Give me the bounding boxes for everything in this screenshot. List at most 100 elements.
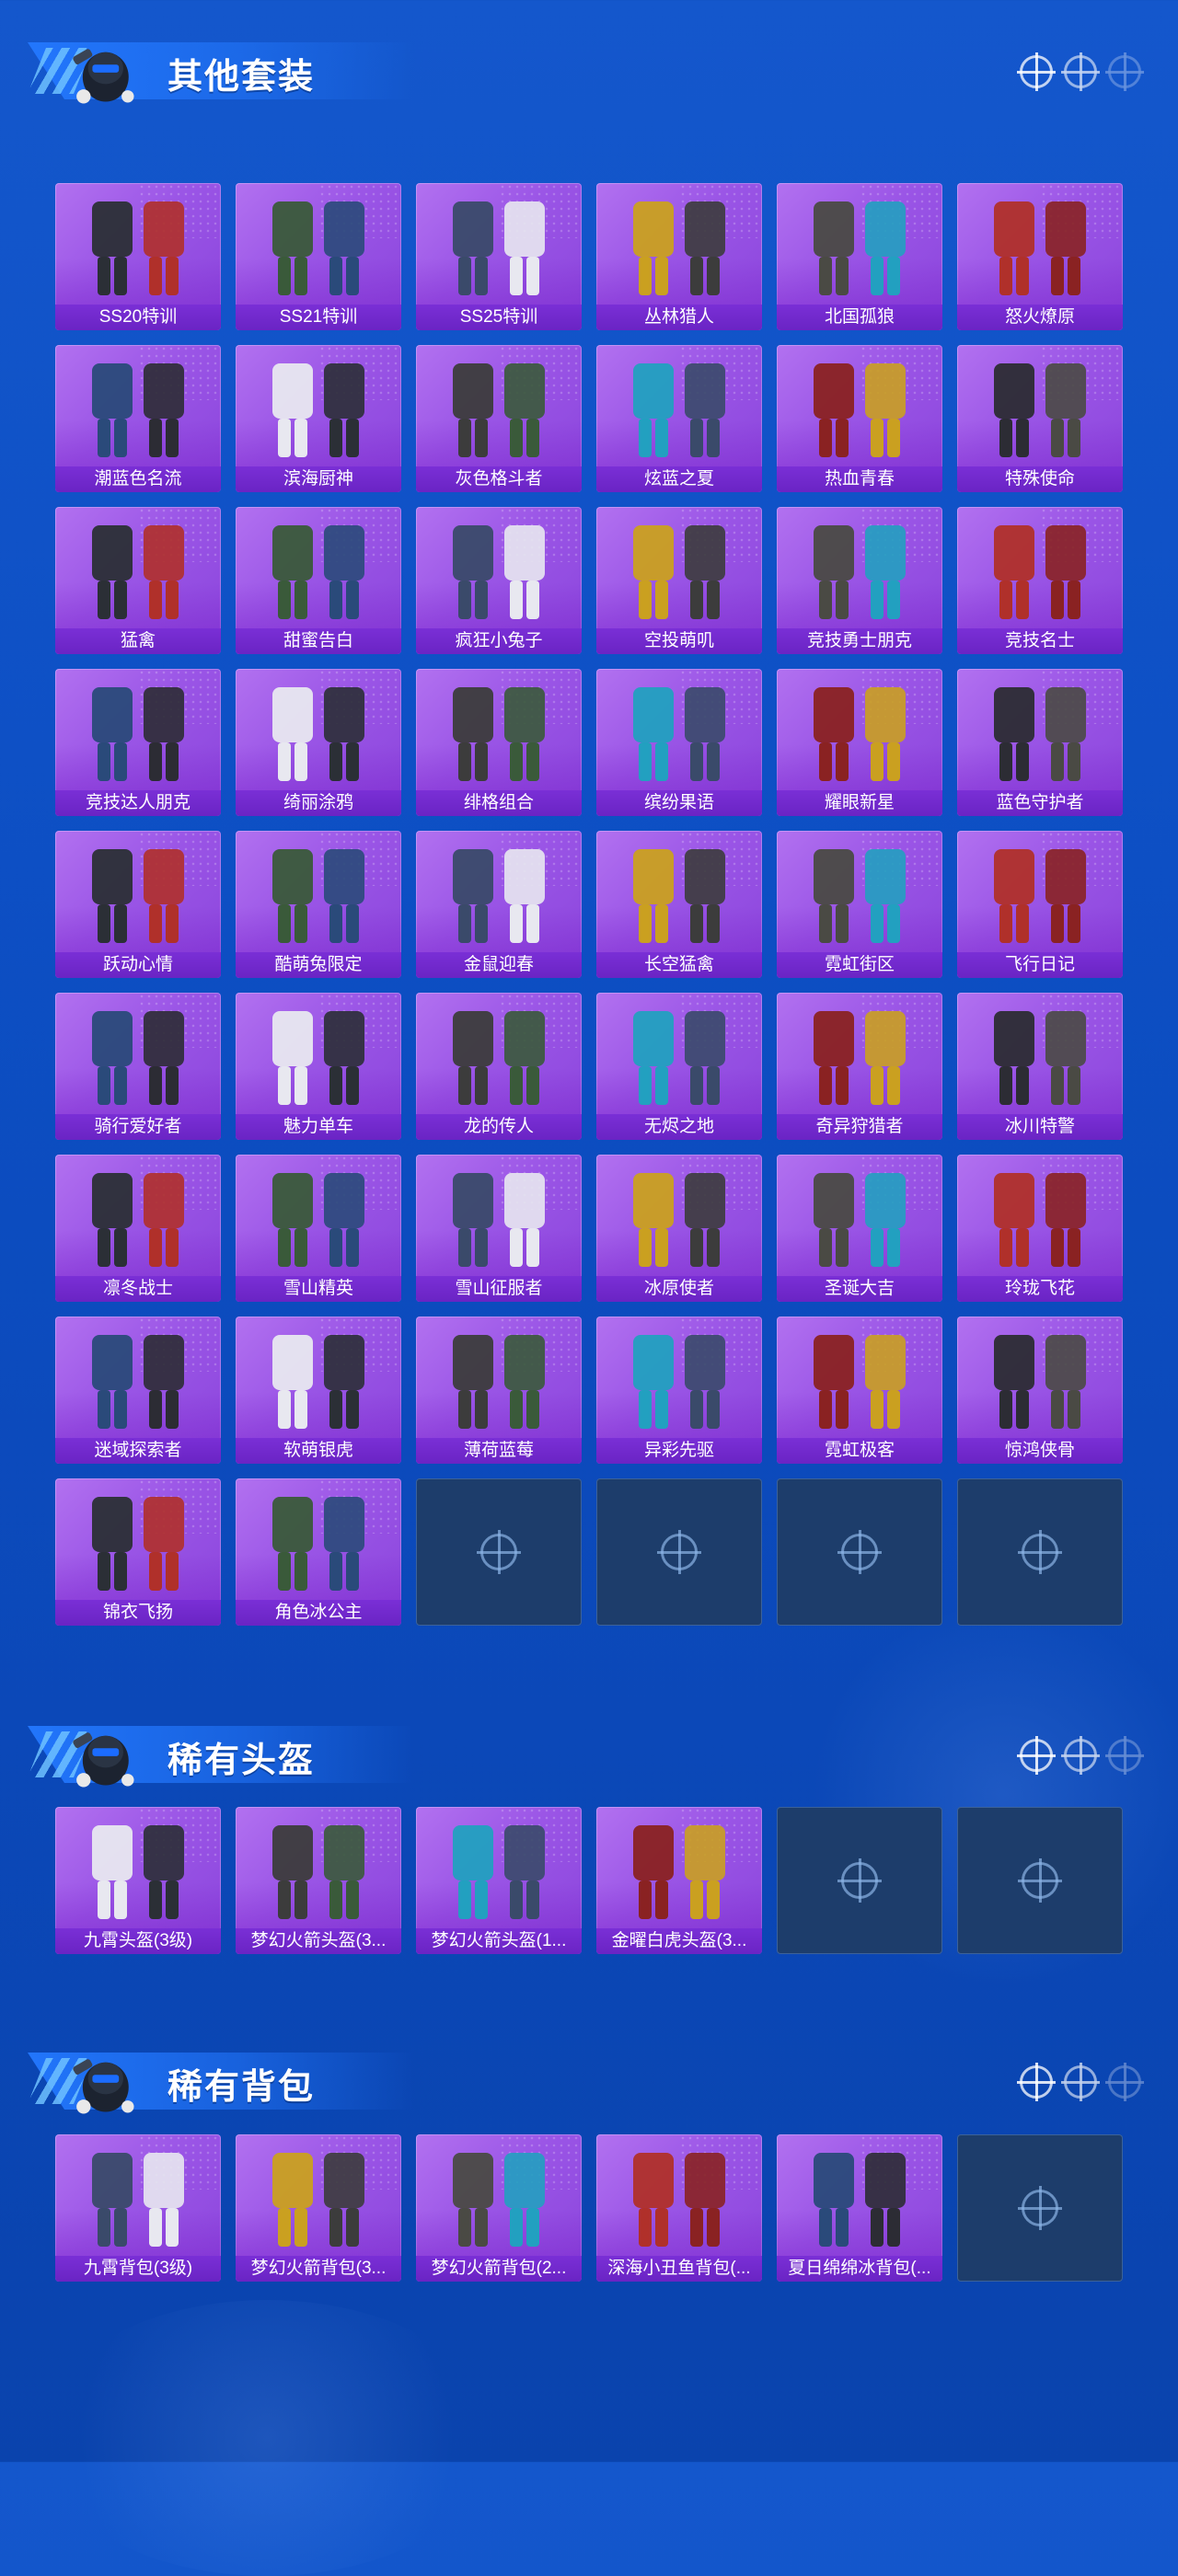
section-header: 稀有背包 [0,2010,1178,2114]
item-label: 金鼠迎春 [416,952,582,978]
item-card[interactable]: 滨海厨神 [236,345,401,492]
item-grid: SS20特训 SS21特训 SS25特训 丛林猎人 北国孤狼 怒火燎原潮蓝色名流 滨海厨神灰… [55,183,1123,1626]
item-card[interactable]: 九霄背包(3级) [55,2134,221,2282]
item-card[interactable]: 金鼠迎春 [416,831,582,978]
item-card[interactable]: 炫蓝之夏 [596,345,762,492]
item-card[interactable]: 绮丽涂鸦 [236,669,401,816]
item-card[interactable]: 圣诞大吉 [777,1155,942,1302]
item-card[interactable]: 潮蓝色名流 [55,345,221,492]
item-label: 冰原使者 [596,1276,762,1302]
item-card[interactable]: 玲珑飞花 [957,1155,1123,1302]
header-decoration [1017,2063,1144,2101]
item-card[interactable]: 飞行日记 [957,831,1123,978]
item-card[interactable]: 怒火燎原 [957,183,1123,330]
item-card[interactable]: 金曜白虎头盔(3... [596,1807,762,1954]
item-card[interactable]: 奇异狩猎者 [777,993,942,1140]
item-card[interactable]: 空投萌叽 [596,507,762,654]
item-card[interactable]: 霓虹街区 [777,831,942,978]
item-card[interactable]: 梦幻火箭头盔(3... [236,1807,401,1954]
item-card[interactable]: 梦幻火箭背包(3... [236,2134,401,2282]
item-card[interactable]: 冰原使者 [596,1155,762,1302]
item-card[interactable]: 竞技勇士朋克 [777,507,942,654]
item-label: 竞技达人朋克 [55,790,221,816]
item-card[interactable]: 酷萌兔限定 [236,831,401,978]
item-image [453,1011,545,1105]
item-image [92,849,184,943]
item-card[interactable]: 梦幻火箭背包(2... [416,2134,582,2282]
item-card[interactable]: 丛林猎人 [596,183,762,330]
item-card[interactable]: SS21特训 [236,183,401,330]
item-card[interactable]: 热血青春 [777,345,942,492]
item-image [814,525,906,619]
item-card[interactable]: SS25特训 [416,183,582,330]
item-card[interactable]: 蓝色守护者 [957,669,1123,816]
item-label: 凛冬战士 [55,1276,221,1302]
item-card[interactable]: 耀眼新星 [777,669,942,816]
item-card[interactable]: 角色冰公主 [236,1478,401,1626]
item-label: 薄荷蓝莓 [416,1438,582,1464]
empty-slot [777,1478,942,1626]
item-label: SS20特训 [55,305,221,330]
item-label: 玲珑飞花 [957,1276,1123,1302]
crosshair-icon [1018,2186,1062,2230]
item-image [633,525,725,619]
item-image [814,1335,906,1429]
item-card[interactable]: 夏日绵绵冰背包(... [777,2134,942,2282]
item-card[interactable]: 猛禽 [55,507,221,654]
item-label: 北国孤狼 [777,305,942,330]
item-image [92,201,184,295]
item-card[interactable]: 迷域探索者 [55,1317,221,1464]
item-card[interactable]: 雪山征服者 [416,1155,582,1302]
item-grid: 九霄头盔(3级) 梦幻火箭头盔(3... 梦幻火箭头盔(1... 金曜白虎头盔(3..… [55,1807,1123,1954]
item-card[interactable]: 雪山精英 [236,1155,401,1302]
mascot-icon [73,1732,134,1788]
item-card[interactable]: 深海小丑鱼背包(... [596,2134,762,2282]
item-card[interactable]: 无烬之地 [596,993,762,1140]
item-card[interactable]: 绯格组合 [416,669,582,816]
item-card[interactable]: 锦衣飞扬 [55,1478,221,1626]
item-card[interactable]: 九霄头盔(3级) [55,1807,221,1954]
item-card[interactable]: 异彩先驱 [596,1317,762,1464]
item-card[interactable]: 疯狂小兔子 [416,507,582,654]
item-card[interactable]: 特殊使命 [957,345,1123,492]
item-card[interactable]: SS20特训 [55,183,221,330]
item-label: 长空猛禽 [596,952,762,978]
item-label: 绮丽涂鸦 [236,790,401,816]
item-label: 灰色格斗者 [416,466,582,492]
item-card[interactable]: 北国孤狼 [777,183,942,330]
item-image [272,2153,364,2247]
crosshair-icon [1061,1736,1100,1775]
item-card[interactable]: 魅力单车 [236,993,401,1140]
item-card[interactable]: 长空猛禽 [596,831,762,978]
item-label: 竞技名士 [957,628,1123,654]
item-label: 魅力单车 [236,1114,401,1140]
empty-slot [416,1478,582,1626]
item-card[interactable]: 梦幻火箭头盔(1... [416,1807,582,1954]
section-rare-helmets: 稀有头盔 九霄头盔(3级) 梦幻火箭头盔(3... 梦幻火箭头盔(1... 金曜白虎头… [0,1684,1178,1954]
item-card[interactable]: 竞技名士 [957,507,1123,654]
item-label: 九霄头盔(3级) [55,1928,221,1954]
item-image [453,525,545,619]
item-label: 炫蓝之夏 [596,466,762,492]
item-label: 迷域探索者 [55,1438,221,1464]
item-label: 缤纷果语 [596,790,762,816]
empty-slot [957,1478,1123,1626]
item-image [994,1173,1086,1267]
section-header: 其他套装 [0,0,1178,104]
item-card[interactable]: 凛冬战士 [55,1155,221,1302]
item-card[interactable]: 骑行爱好者 [55,993,221,1140]
item-card[interactable]: 甜蜜告白 [236,507,401,654]
item-card[interactable]: 龙的传人 [416,993,582,1140]
item-card[interactable]: 薄荷蓝莓 [416,1317,582,1464]
item-image [633,201,725,295]
item-card[interactable]: 霓虹极客 [777,1317,942,1464]
item-card[interactable]: 软萌银虎 [236,1317,401,1464]
item-label: 酷萌兔限定 [236,952,401,978]
item-card[interactable]: 灰色格斗者 [416,345,582,492]
item-card[interactable]: 竞技达人朋克 [55,669,221,816]
item-card[interactable]: 惊鸿侠骨 [957,1317,1123,1464]
item-image [453,1173,545,1267]
item-card[interactable]: 跃动心情 [55,831,221,978]
item-card[interactable]: 缤纷果语 [596,669,762,816]
item-card[interactable]: 冰川特警 [957,993,1123,1140]
